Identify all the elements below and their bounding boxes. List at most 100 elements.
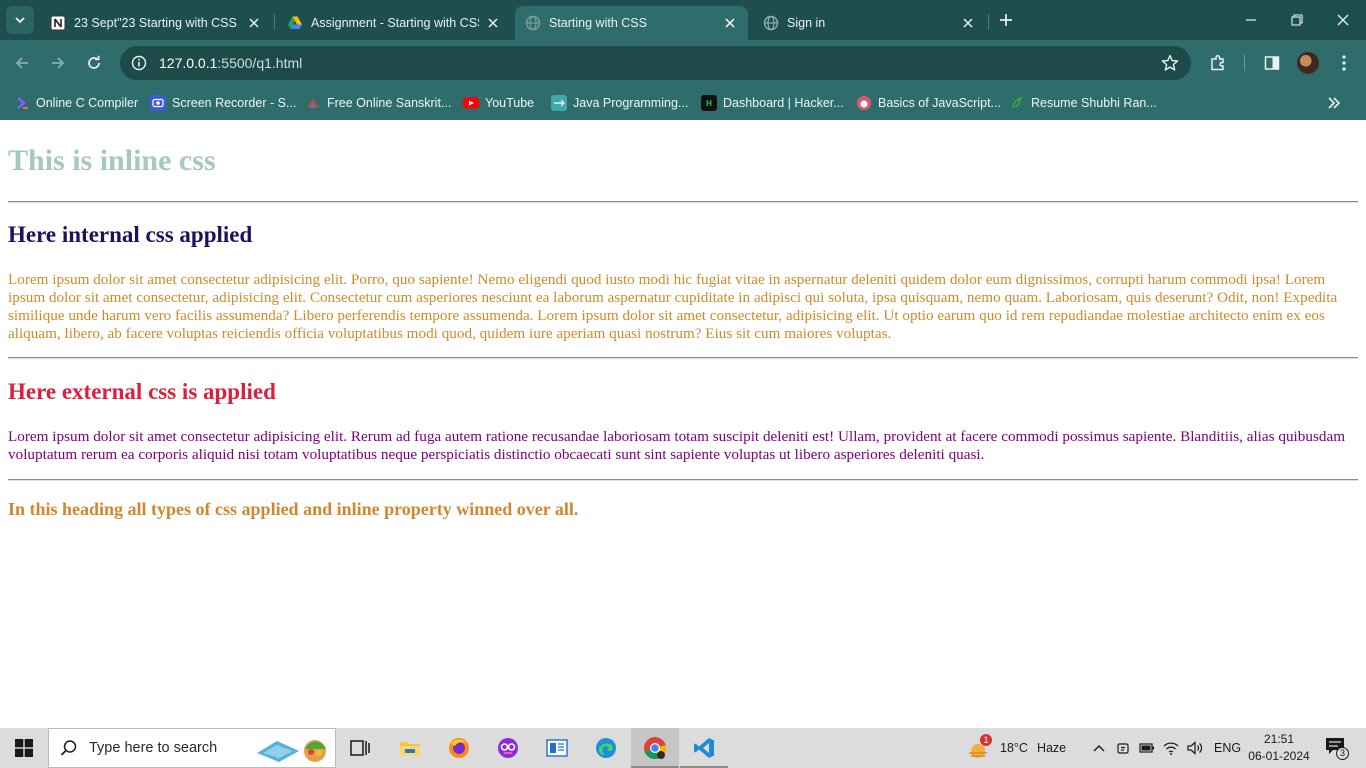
tab-separator <box>274 14 275 30</box>
clock-time: 21:51 <box>1263 732 1295 746</box>
store-app-button[interactable] <box>533 728 581 768</box>
bookmark-youtube[interactable]: YouTube <box>463 92 534 114</box>
side-panel-button[interactable] <box>1260 51 1284 75</box>
bookmark-star-icon[interactable] <box>1161 54 1179 72</box>
bookmark-java-programming[interactable]: Java Programming... <box>551 92 688 114</box>
youtube-icon <box>463 95 479 111</box>
url-path: :5500/q1.html <box>217 55 303 71</box>
notification-center-button[interactable]: 3 <box>1316 728 1356 768</box>
language-indicator[interactable]: ENG <box>1214 741 1241 755</box>
bookmark-label: Online C Compiler <box>36 96 139 110</box>
google-drive-icon <box>287 15 303 31</box>
url-host: 127.0.0.1 <box>159 55 218 71</box>
minimize-icon <box>1246 19 1256 21</box>
bookmark-label: Dashboard | Hacker... <box>723 96 844 110</box>
chrome-menu-button[interactable] <box>1332 51 1356 75</box>
arrow-right-icon <box>52 57 65 69</box>
more-vertical-icon <box>1342 55 1346 71</box>
toolbar-separator <box>1244 55 1245 71</box>
task-view-icon <box>350 740 370 756</box>
bookmark-label: Screen Recorder - S... <box>172 96 297 110</box>
firefox-icon <box>449 738 469 758</box>
notification-icon: 3 <box>1325 737 1349 760</box>
restore-button[interactable] <box>1274 0 1320 40</box>
close-icon[interactable] <box>722 15 738 31</box>
profile-avatar[interactable] <box>1297 52 1319 74</box>
address-bar[interactable]: 127.0.0.1:5500/q1.html <box>120 46 1191 80</box>
arrow-left-icon <box>15 57 28 69</box>
bookmark-hackerrank[interactable]: H Dashboard | Hacker... <box>701 92 844 114</box>
plus-icon <box>1000 14 1012 26</box>
bookmark-online-c-compiler[interactable]: Online C Compiler <box>14 92 138 114</box>
tab-title: Sign in <box>787 16 826 30</box>
file-explorer-button[interactable] <box>386 728 434 768</box>
all-css-heading: In this heading all types of css applied… <box>8 499 579 519</box>
weather-widget[interactable]: 1 18°C Haze <box>966 728 1066 768</box>
game-app-icon <box>498 738 518 758</box>
temperature: 18°C <box>1000 741 1028 755</box>
start-button[interactable] <box>0 728 48 768</box>
store-app-icon <box>546 739 568 757</box>
chevron-up-icon[interactable] <box>1090 744 1108 752</box>
compiler-icon <box>14 95 30 111</box>
close-icon[interactable] <box>485 15 501 31</box>
bookmark-label: Java Programming... <box>573 96 689 110</box>
volume-icon[interactable] <box>1186 741 1204 755</box>
game-app-button[interactable] <box>484 728 532 768</box>
meet-now-icon[interactable] <box>1114 741 1132 755</box>
bookmark-resume[interactable]: Resume Shubhi Ran... <box>1009 92 1157 114</box>
tab-search-button[interactable] <box>6 6 34 34</box>
file-explorer-icon <box>400 742 420 756</box>
close-window-button[interactable] <box>1320 0 1366 40</box>
weather-icon: 1 <box>966 734 992 760</box>
minimize-button[interactable] <box>1228 0 1274 40</box>
firefox-button[interactable] <box>435 728 483 768</box>
battery-icon[interactable] <box>1138 743 1156 753</box>
search-highlight-icon <box>257 740 326 762</box>
bookmark-sanskrit[interactable]: Free Online Sanskrit... <box>305 92 451 114</box>
wifi-icon[interactable] <box>1162 741 1180 755</box>
external-css-heading: Here external css is applied <box>8 379 276 404</box>
vscode-button[interactable] <box>680 728 728 768</box>
extensions-button[interactable] <box>1206 51 1230 75</box>
reload-button[interactable] <box>80 49 108 77</box>
sanskrit-icon <box>305 95 321 111</box>
bookmarks-bar: Online C Compiler Screen Recorder - S...… <box>0 86 1366 120</box>
close-icon[interactable] <box>960 15 976 31</box>
info-icon[interactable] <box>122 46 156 80</box>
weather-badge: 1 <box>980 734 992 746</box>
system-tray: ENG <box>1090 728 1241 768</box>
close-icon[interactable] <box>246 15 262 31</box>
bookmark-label: Basics of JavaScript... <box>878 96 1001 110</box>
taskbar-search-box[interactable]: Type here to search <box>48 728 336 768</box>
task-view-button[interactable] <box>336 728 384 768</box>
divider <box>8 357 1358 359</box>
forward-button[interactable] <box>44 49 72 77</box>
new-tab-button[interactable] <box>994 8 1018 32</box>
tab-sign-in[interactable]: Sign in <box>753 6 986 40</box>
tab-assignment[interactable]: Assignment - Starting with CSS. <box>277 6 511 40</box>
close-icon <box>1337 14 1349 26</box>
tab-css-notes[interactable]: 23 Sept"23 Starting with CSS - ( <box>40 6 272 40</box>
notion-icon <box>50 15 66 31</box>
edge-button[interactable] <box>582 728 630 768</box>
java-icon <box>551 95 567 111</box>
taskbar-clock[interactable]: 21:51 06-01-2024 <box>1246 731 1312 765</box>
tab-starting-with-css[interactable]: Starting with CSS <box>515 6 748 40</box>
chrome-button[interactable] <box>631 728 679 768</box>
divider <box>8 479 1358 481</box>
more-bookmarks-button[interactable] <box>1322 91 1346 115</box>
chevron-down-icon <box>15 17 25 24</box>
resume-icon <box>1009 95 1025 111</box>
windows-icon <box>15 739 33 757</box>
windows-taskbar: Type here to search 1 18°C Haze ENG 21:5… <box>0 728 1366 768</box>
bookmark-label: YouTube <box>485 96 535 110</box>
back-button[interactable] <box>8 49 36 77</box>
external-css-paragraph: Lorem ipsum dolor sit amet consectetur a… <box>8 428 1346 463</box>
chrome-icon <box>644 737 667 760</box>
bookmark-screen-recorder[interactable]: Screen Recorder - S... <box>150 92 296 114</box>
side-panel-icon <box>1264 56 1280 70</box>
bookmark-basics-of-javascript[interactable]: Basics of JavaScript... <box>856 92 1001 114</box>
clock-date: 06-01-2024 <box>1248 749 1310 763</box>
double-chevron-right-icon <box>1328 97 1341 109</box>
